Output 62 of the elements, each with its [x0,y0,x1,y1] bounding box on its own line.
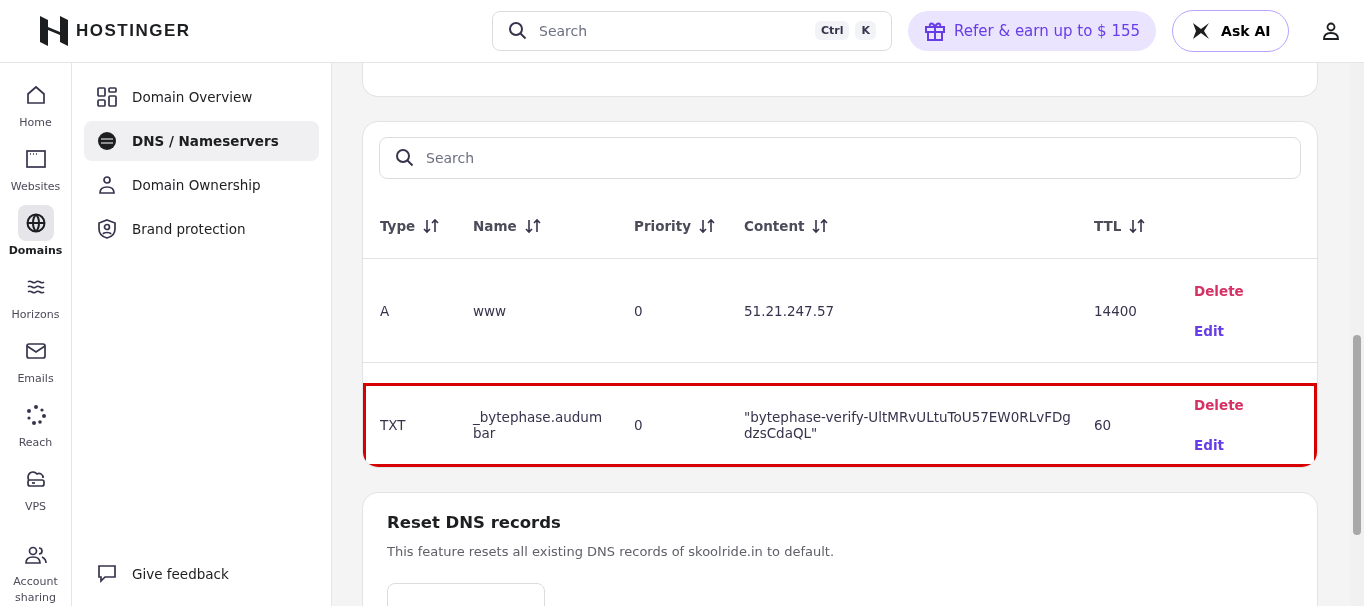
rail-item[interactable]: Websites [0,141,71,205]
column-header[interactable]: Name [473,217,517,234]
sort-icon[interactable] [423,217,440,234]
logo-icon [40,16,68,46]
table-cell: TXT [380,417,406,433]
column-header[interactable]: Content [744,217,805,234]
rail-item[interactable]: Domains [0,205,71,269]
scrollbar-thumb[interactable] [1353,335,1361,535]
table-cell-text: www [473,302,508,319]
shield-icon [96,218,118,240]
description-text: This feature resets all existing DNS records of skoolride.in to default. [387,544,836,559]
window-icon [24,148,47,170]
ask-ai-button[interactable]: Ask AI [1172,10,1290,52]
rail-item[interactable]: VPS [0,461,71,525]
users-icon [24,544,47,566]
edit-link[interactable]: Edit [1194,437,1224,453]
table-cell: 0 [634,302,643,319]
column-header[interactable]: Priority [634,217,691,234]
column-header[interactable]: TTL [1094,217,1122,234]
sparkle-icon [1191,21,1212,41]
column-header[interactable]: Type [380,217,416,234]
sidebar-item[interactable]: DNS / Nameservers [84,121,319,161]
sort-icon[interactable] [1129,217,1146,234]
table-cell-text: 51.21.247.57 [744,302,836,319]
refer-button[interactable]: Refer & earn up to $ 155 [908,11,1157,51]
table-cell: A [380,302,390,319]
table-cell: _bytephase.audumbar [473,409,603,441]
section-title: Reset DNS records [387,513,562,532]
table-cell-text: "bytephase-verify-UltMRvULtuToU57EW0RLvFDgdzsCdaQL" [744,409,1072,441]
delete-link[interactable]: Delete [1194,397,1244,413]
rail-item[interactable]: Horizons [0,269,71,333]
rail-item[interactable]: Emails [0,333,71,397]
search-icon [508,21,528,41]
grid-icon [96,86,118,108]
sidebar-item[interactable]: Domain Overview [84,77,319,117]
sort-icon[interactable] [524,217,541,234]
sort-icon[interactable] [812,217,829,234]
search-icon [395,148,415,168]
delete-link[interactable]: Delete [1194,282,1244,299]
mail-icon [24,340,47,362]
dots-icon [24,404,47,426]
chat-bubble-icon [96,563,118,585]
globe-icon [24,212,47,234]
table-cell: 14400 [1094,302,1137,319]
sort-icon[interactable] [699,217,715,234]
gift-icon [924,20,946,42]
edit-link[interactable]: Edit [1194,322,1224,339]
search-field[interactable]: Search [379,137,1301,179]
table-cell: 0 [634,417,643,433]
rail-item[interactable]: Home [0,77,71,141]
table-cell: 60 [1094,417,1112,433]
cloud-icon [24,468,47,490]
dns-icon [96,130,118,152]
sidebar-item[interactable]: Brand protection [84,209,319,249]
user-icon[interactable] [1322,22,1341,40]
sidebar-item[interactable]: Domain Ownership [84,165,319,205]
home-icon [24,84,47,106]
person-icon [96,174,118,196]
logo-text: HOSTINGER [76,21,191,41]
rail-item[interactable]: Account sharing [0,538,71,606]
feedback-link[interactable]: Give feedback [84,554,319,594]
rail-item[interactable]: Reach [0,397,71,461]
